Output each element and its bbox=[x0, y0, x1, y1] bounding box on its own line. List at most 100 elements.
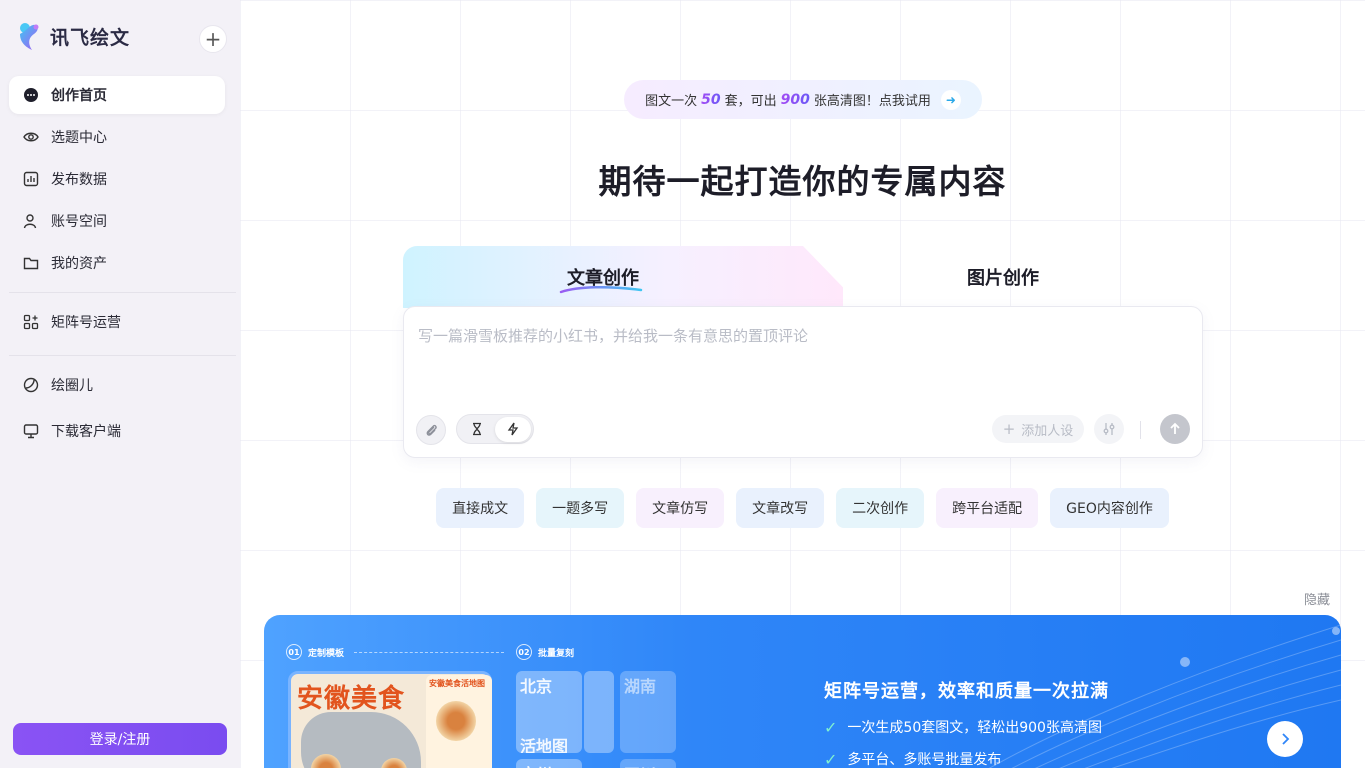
step-number: 02 bbox=[516, 644, 532, 660]
sidebar-item-download[interactable]: 下载客户端 bbox=[9, 412, 225, 450]
prompt-input[interactable] bbox=[418, 325, 1188, 385]
mode-toggle bbox=[456, 414, 534, 444]
toolbar-divider bbox=[1140, 421, 1141, 439]
eye-icon bbox=[23, 129, 39, 145]
fast-mode-button[interactable] bbox=[495, 416, 531, 442]
sidebar: 讯飞绘文 + 创作首页 选题中心 发布数据 账号空间 我的资产 矩阵号运营 绘圈… bbox=[0, 0, 240, 768]
main-content: 图文一次 50 套，可出 900 张高清图！点我试用 ➜ 期待一起打造你的专属内… bbox=[240, 0, 1365, 768]
new-chat-button[interactable]: + bbox=[199, 25, 227, 53]
deep-mode-button[interactable] bbox=[459, 417, 495, 442]
hide-banner-link[interactable]: 隐藏 bbox=[1304, 589, 1330, 608]
copy-poster-title: 广州 bbox=[520, 761, 552, 768]
sidebar-item-home[interactable]: 创作首页 bbox=[9, 76, 225, 114]
arrow-right-icon: ➜ bbox=[940, 89, 961, 110]
sidebar-item-label: 矩阵号运营 bbox=[51, 315, 121, 331]
sidebar-item-label: 创作首页 bbox=[51, 88, 107, 104]
sliders-icon bbox=[1103, 423, 1115, 435]
poster-side-title: 安徽美食活地图 bbox=[429, 679, 485, 688]
quick-action-chip[interactable]: 直接成文 bbox=[436, 488, 525, 528]
food-image bbox=[436, 701, 476, 741]
page-title: 期待一起打造你的专属内容 bbox=[598, 162, 1007, 201]
add-persona-label: 添加人设 bbox=[1021, 423, 1074, 439]
login-register-button[interactable]: 登录/注册 bbox=[13, 723, 227, 755]
plus-icon: + bbox=[204, 27, 222, 51]
attach-button[interactable] bbox=[416, 415, 446, 445]
tab-image[interactable]: 图片创作 bbox=[967, 264, 1039, 290]
step-connector bbox=[354, 652, 504, 653]
add-persona-button[interactable]: + 添加人设 bbox=[992, 415, 1084, 443]
banner-feature: ✓ 多平台、多账号批量发布 bbox=[824, 749, 1001, 768]
tab-underline-decoration bbox=[559, 286, 643, 294]
sidebar-item-account[interactable]: 账号空间 bbox=[9, 202, 225, 240]
prompt-editor: + 添加人设 bbox=[403, 306, 1203, 458]
sidebar-item-label: 我的资产 bbox=[51, 256, 107, 272]
step-number: 01 bbox=[286, 644, 302, 660]
banner-next-button[interactable] bbox=[1267, 721, 1303, 757]
step-two: 02 批量复刻 bbox=[516, 644, 574, 660]
user-icon bbox=[23, 213, 39, 229]
banner-feature-text: 一次生成50套图文，轻松出900张高清图 bbox=[847, 720, 1102, 736]
sidebar-item-topics[interactable]: 选题中心 bbox=[9, 118, 225, 156]
quick-actions: 直接成文 一题多写 文章仿写 文章改写 二次创作 跨平台适配 GEO内容创作 bbox=[240, 488, 1365, 528]
bar-chart-icon bbox=[23, 171, 39, 187]
quick-action-chip[interactable]: 二次创作 bbox=[836, 488, 925, 528]
quick-action-chip[interactable]: 文章改写 bbox=[736, 488, 825, 528]
sidebar-item-label: 下载客户端 bbox=[51, 424, 121, 440]
monitor-download-icon bbox=[23, 423, 39, 439]
copy-poster-title: 湖南 bbox=[624, 677, 657, 696]
lightning-icon bbox=[507, 422, 519, 436]
step-label: 定制模板 bbox=[308, 648, 345, 659]
copy-poster bbox=[584, 671, 614, 753]
copy-poster: 活地图 bbox=[516, 733, 582, 753]
arrow-up-icon bbox=[1170, 422, 1180, 434]
step-label: 批量复刻 bbox=[538, 648, 575, 659]
sidebar-item-circle[interactable]: 绘圈儿 bbox=[9, 366, 225, 404]
promo-count-sets: 50 bbox=[701, 91, 721, 108]
sidebar-divider bbox=[9, 355, 236, 356]
sidebar-item-label: 选题中心 bbox=[51, 130, 107, 146]
settings-button[interactable] bbox=[1094, 414, 1124, 444]
quick-action-chip[interactable]: GEO内容创作 bbox=[1050, 488, 1169, 528]
check-icon: ✓ bbox=[824, 749, 838, 768]
creation-tabs: 文章创作 图片创作 bbox=[403, 246, 1203, 308]
decorative-dot bbox=[1332, 627, 1340, 635]
send-button[interactable] bbox=[1160, 414, 1190, 444]
matrix-promo-banner[interactable]: 01 定制模板 02 批量复刻 安徽美食 安徽美食活地图 北京 湖南 活地图 广… bbox=[264, 615, 1341, 768]
folder-icon bbox=[23, 255, 39, 271]
paperclip-icon bbox=[426, 424, 437, 436]
promo-suffix: 张高清图！点我试用 bbox=[813, 94, 931, 109]
promo-prefix: 图文一次 bbox=[645, 94, 698, 109]
step-one: 01 定制模板 bbox=[286, 644, 344, 660]
copy-poster-title: 活地图 bbox=[520, 737, 569, 753]
sidebar-item-label: 账号空间 bbox=[51, 214, 107, 230]
template-poster-side: 安徽美食活地图 bbox=[426, 675, 492, 768]
banner-feature: ✓ 一次生成50套图文，轻松出900张高清图 bbox=[824, 717, 1102, 737]
circle-leaf-icon bbox=[23, 377, 39, 393]
grid-icon bbox=[23, 314, 39, 330]
copy-poster-title: 北京 bbox=[520, 677, 553, 696]
chat-bubble-icon bbox=[23, 87, 39, 103]
sidebar-item-publish-data[interactable]: 发布数据 bbox=[9, 160, 225, 198]
sidebar-item-label: 发布数据 bbox=[51, 172, 107, 188]
chevron-right-icon bbox=[1282, 733, 1290, 745]
brand-logo-icon bbox=[20, 23, 39, 50]
quick-action-chip[interactable]: 文章仿写 bbox=[636, 488, 725, 528]
promo-mid: 套，可出 bbox=[724, 94, 777, 109]
sidebar-item-matrix[interactable]: 矩阵号运营 bbox=[9, 303, 225, 341]
plus-icon: + bbox=[1002, 420, 1016, 438]
check-icon: ✓ bbox=[824, 717, 838, 737]
brand[interactable]: 讯飞绘文 bbox=[16, 20, 130, 52]
promo-banner[interactable]: 图文一次 50 套，可出 900 张高清图！点我试用 ➜ bbox=[624, 80, 982, 119]
quick-action-chip[interactable]: 一题多写 bbox=[536, 488, 625, 528]
sidebar-divider bbox=[9, 292, 236, 293]
sidebar-item-label: 绘圈儿 bbox=[51, 378, 93, 394]
hourglass-icon bbox=[473, 422, 481, 436]
quick-action-chip[interactable]: 跨平台适配 bbox=[936, 488, 1039, 528]
copy-poster: 广州 bbox=[516, 759, 582, 768]
poster-title: 安徽美食 bbox=[297, 684, 406, 714]
copy-poster-title: 四川 bbox=[624, 761, 656, 768]
sidebar-item-assets[interactable]: 我的资产 bbox=[9, 244, 225, 282]
banner-feature-text: 多平台、多账号批量发布 bbox=[847, 752, 1002, 768]
banner-title: 矩阵号运营，效率和质量一次拉满 bbox=[824, 681, 1109, 702]
promo-count-images: 900 bbox=[780, 91, 810, 108]
